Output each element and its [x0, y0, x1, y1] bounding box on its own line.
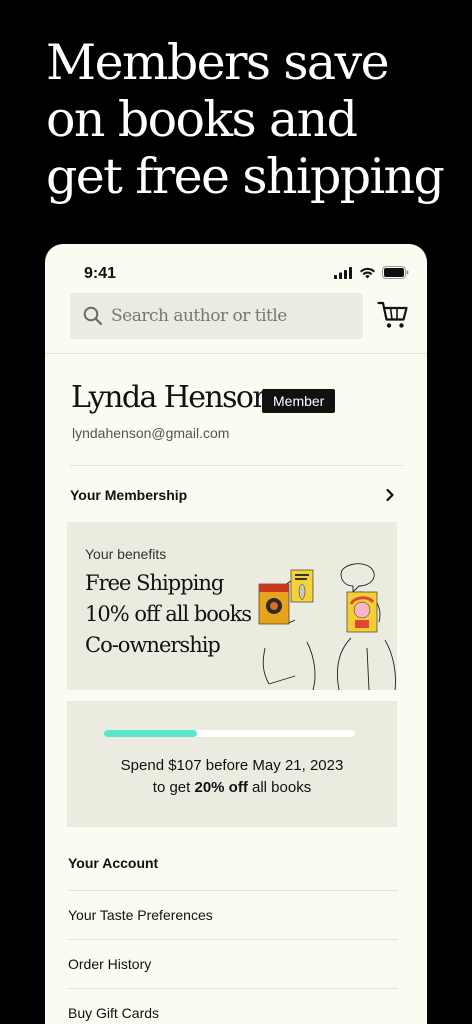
header-divider — [45, 353, 427, 354]
signal-icon — [334, 266, 352, 279]
reward-suffix: all books — [252, 779, 312, 796]
benefit-item: Co-ownership — [85, 633, 221, 657]
member-badge: Member — [262, 389, 336, 413]
reward-prefix: to get — [152, 779, 191, 796]
benefit-item: 10% off all books — [85, 602, 252, 626]
readers-illustration — [258, 563, 396, 690]
spend-progress-bar — [104, 730, 355, 737]
headline-line-1: Members save — [46, 34, 390, 91]
profile-email: lyndahenson@gmail.com — [72, 425, 230, 441]
chevron-right-icon — [386, 488, 394, 502]
spend-progress-card: Spend $107 before May 21, 2023 to get 20… — [67, 701, 397, 827]
account-divider — [68, 890, 398, 891]
wifi-icon — [360, 267, 375, 278]
progress-fill — [104, 730, 197, 737]
status-bar: 9:41 — [45, 244, 427, 292]
search-icon — [83, 306, 103, 326]
progress-message: Spend $107 before May 21, 2023 — [120, 757, 344, 774]
cart-icon[interactable] — [377, 300, 409, 330]
headline-line-3: get free shipping — [46, 148, 445, 205]
promo-headline: Members save on books and get free shipp… — [46, 34, 446, 205]
headline-line-2: on books and — [46, 91, 358, 148]
benefit-item: Free Shipping — [85, 571, 224, 595]
phone-screen: 9:41 Search author or title Lynda Henson… — [45, 244, 427, 1024]
search-input[interactable]: Search author or title — [70, 293, 363, 339]
account-divider — [68, 939, 398, 940]
membership-label: Your Membership — [70, 487, 188, 503]
battery-icon — [382, 266, 409, 279]
progress-reward: to get 20% off all books — [67, 779, 397, 796]
account-heading: Your Account — [68, 855, 159, 871]
benefits-card: Your benefits Free Shipping 10% off all … — [67, 522, 397, 690]
your-membership-row[interactable]: Your Membership — [70, 482, 395, 508]
reward-discount: 20% off — [194, 779, 248, 796]
account-item-order-history[interactable]: Order History — [68, 956, 151, 972]
account-divider — [68, 988, 398, 989]
account-item-taste-preferences[interactable]: Your Taste Preferences — [68, 907, 213, 923]
profile-divider — [70, 465, 403, 466]
profile-name: Lynda Henson — [71, 380, 272, 415]
search-placeholder: Search author or title — [111, 306, 287, 326]
account-item-gift-cards[interactable]: Buy Gift Cards — [68, 1005, 159, 1021]
benefits-caption: Your benefits — [85, 546, 167, 562]
status-time: 9:41 — [84, 265, 117, 282]
status-icons — [334, 266, 409, 279]
